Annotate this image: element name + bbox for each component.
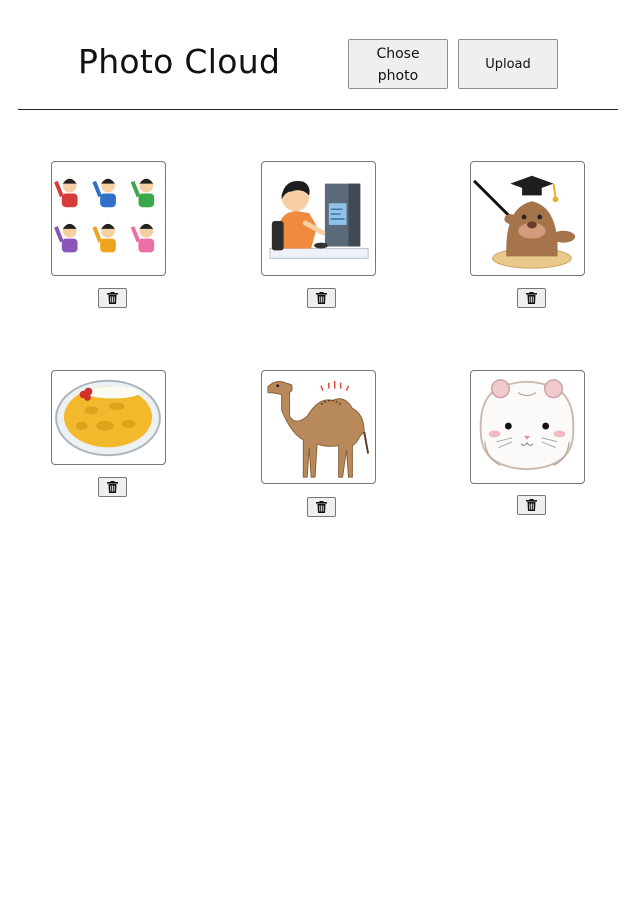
delete-button[interactable] — [307, 497, 336, 517]
photo-thumbnail-children[interactable] — [51, 161, 166, 276]
photo-thumbnail-camel[interactable] — [261, 370, 376, 484]
trash-icon — [107, 481, 118, 493]
upload-button[interactable]: Upload — [458, 39, 558, 89]
header-divider — [18, 109, 618, 110]
trash-icon — [526, 499, 537, 511]
delete-button[interactable] — [307, 288, 336, 308]
delete-button[interactable] — [98, 288, 127, 308]
trash-icon — [107, 292, 118, 304]
photo-thumbnail-computer-boy[interactable] — [261, 161, 376, 276]
photo-thumbnail-mole-teacher[interactable] — [470, 161, 585, 276]
page-title: Photo Cloud — [78, 42, 281, 81]
delete-button[interactable] — [98, 477, 127, 497]
trash-icon — [316, 501, 327, 513]
chose-photo-button[interactable]: Chose photo — [348, 39, 448, 89]
delete-button[interactable] — [517, 495, 546, 515]
delete-button[interactable] — [517, 288, 546, 308]
photo-thumbnail-hamster[interactable] — [470, 370, 585, 484]
trash-icon — [316, 292, 327, 304]
trash-icon — [526, 292, 537, 304]
photo-thumbnail-curry[interactable] — [51, 370, 166, 465]
